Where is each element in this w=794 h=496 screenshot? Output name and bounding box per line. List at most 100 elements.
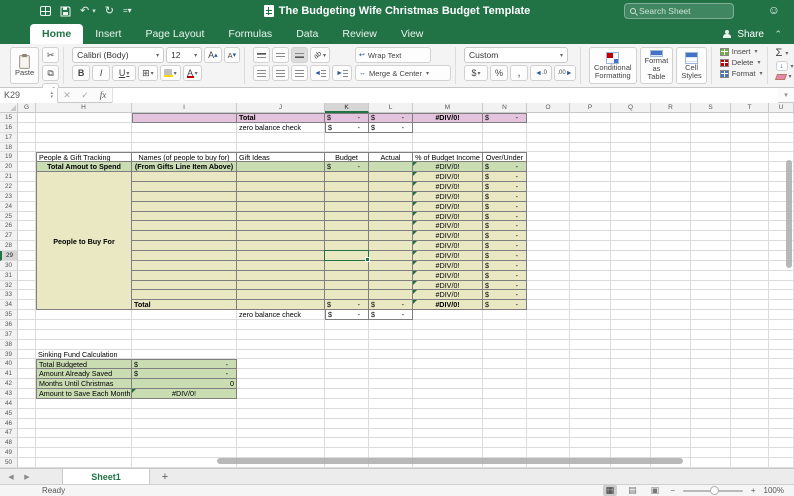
- cell-R24[interactable]: [651, 201, 691, 212]
- cell-P43[interactable]: [570, 389, 611, 399]
- cell-M37[interactable]: [413, 329, 483, 340]
- cell-T17[interactable]: [731, 132, 769, 143]
- row-header-22[interactable]: 22: [0, 182, 18, 192]
- cell-N37[interactable]: [483, 329, 527, 340]
- cell-T47[interactable]: [731, 428, 769, 439]
- cell-G38[interactable]: [18, 339, 36, 350]
- cell-T19[interactable]: [731, 152, 769, 163]
- cell-K24[interactable]: [325, 201, 369, 212]
- cell-S31[interactable]: [691, 270, 731, 281]
- cell-Q22[interactable]: [611, 182, 651, 192]
- feedback-smiley-icon[interactable]: ☺: [768, 3, 780, 17]
- cell-T20[interactable]: [731, 162, 769, 173]
- cell-T26[interactable]: [731, 221, 769, 232]
- cell-T23[interactable]: [731, 191, 769, 202]
- cell-M31[interactable]: #DIV/0!: [413, 270, 483, 281]
- cell-R16[interactable]: [651, 122, 691, 133]
- cell-U49[interactable]: [769, 448, 794, 459]
- cell-H27[interactable]: [36, 231, 132, 242]
- cell-S46[interactable]: [691, 418, 731, 429]
- cell-Q25[interactable]: [611, 211, 651, 222]
- cell-Q38[interactable]: [611, 339, 651, 350]
- cell-Q15[interactable]: [611, 113, 651, 123]
- tab-insert[interactable]: Insert: [83, 24, 133, 44]
- cell-J33[interactable]: [237, 290, 325, 301]
- cell-K45[interactable]: [325, 408, 369, 419]
- cell-T43[interactable]: [731, 389, 769, 399]
- cell-L22[interactable]: [369, 182, 413, 192]
- cell-I19[interactable]: Names (of people to buy for): [132, 152, 237, 163]
- row-header-43[interactable]: 43: [0, 389, 18, 399]
- cell-P31[interactable]: [570, 270, 611, 281]
- column-header-O[interactable]: O: [527, 103, 570, 113]
- cell-M22[interactable]: #DIV/0!: [413, 182, 483, 192]
- cell-O44[interactable]: [527, 398, 570, 409]
- cell-M45[interactable]: [413, 408, 483, 419]
- row-header-45[interactable]: 45: [0, 408, 18, 419]
- row-header-28[interactable]: 28: [0, 241, 18, 252]
- cell-G45[interactable]: [18, 408, 36, 419]
- cell-Q39[interactable]: [611, 349, 651, 360]
- cell-J27[interactable]: [237, 231, 325, 242]
- cell-R30[interactable]: [651, 260, 691, 271]
- percent-button[interactable]: %: [490, 65, 509, 81]
- cell-I38[interactable]: [132, 339, 237, 350]
- cell-T22[interactable]: [731, 182, 769, 192]
- prev-sheet-icon[interactable]: ◀: [0, 469, 22, 484]
- cell-H44[interactable]: [36, 398, 132, 409]
- cell-U45[interactable]: [769, 408, 794, 419]
- cell-I35[interactable]: [132, 310, 237, 321]
- cell-O43[interactable]: [527, 389, 570, 399]
- sheet-tab-sheet1[interactable]: Sheet1: [62, 469, 150, 484]
- cell-I39[interactable]: [132, 349, 237, 360]
- cell-S29[interactable]: [691, 251, 731, 261]
- cell-S47[interactable]: [691, 428, 731, 439]
- cell-M21[interactable]: #DIV/0!: [413, 172, 483, 183]
- tab-formulas[interactable]: Formulas: [216, 24, 284, 44]
- cell-N22[interactable]: $ -: [483, 182, 527, 192]
- cell-I27[interactable]: [132, 231, 237, 242]
- cell-N27[interactable]: $ -: [483, 231, 527, 242]
- cell-S21[interactable]: [691, 172, 731, 183]
- cell-L37[interactable]: [369, 329, 413, 340]
- cell-J47[interactable]: [237, 428, 325, 439]
- cell-T46[interactable]: [731, 418, 769, 429]
- cell-T25[interactable]: [731, 211, 769, 222]
- cell-T41[interactable]: [731, 369, 769, 380]
- cell-S16[interactable]: [691, 122, 731, 133]
- cell-U43[interactable]: [769, 389, 794, 399]
- share-button[interactable]: Share: [723, 29, 764, 40]
- cell-I21[interactable]: [132, 172, 237, 183]
- cell-S38[interactable]: [691, 339, 731, 350]
- cell-L41[interactable]: [369, 369, 413, 380]
- cell-N32[interactable]: $ -: [483, 280, 527, 291]
- cell-G15[interactable]: [18, 113, 36, 123]
- cell-L42[interactable]: [369, 379, 413, 390]
- column-header-N[interactable]: N: [483, 103, 527, 113]
- cell-N45[interactable]: [483, 408, 527, 419]
- cell-K35[interactable]: $ -: [325, 310, 369, 321]
- cell-O42[interactable]: [527, 379, 570, 390]
- cell-T37[interactable]: [731, 329, 769, 340]
- cell-S50[interactable]: [691, 458, 731, 468]
- row-header-19[interactable]: 19: [0, 152, 18, 163]
- cell-P17[interactable]: [570, 132, 611, 143]
- cell-L26[interactable]: [369, 221, 413, 232]
- cell-H19[interactable]: People & Gift Tracking: [36, 152, 132, 163]
- cell-K30[interactable]: [325, 260, 369, 271]
- cell-J26[interactable]: [237, 221, 325, 232]
- cell-M36[interactable]: [413, 320, 483, 330]
- row-header-15[interactable]: 15: [0, 113, 18, 123]
- row-header-40[interactable]: 40: [0, 359, 18, 370]
- row-header-35[interactable]: 35: [0, 310, 18, 321]
- cell-G44[interactable]: [18, 398, 36, 409]
- row-header-25[interactable]: 25: [0, 211, 18, 222]
- cell-K33[interactable]: [325, 290, 369, 301]
- cell-S20[interactable]: [691, 162, 731, 173]
- cell-K21[interactable]: [325, 172, 369, 183]
- cell-R26[interactable]: [651, 221, 691, 232]
- cell-G28[interactable]: [18, 241, 36, 252]
- cell-I36[interactable]: [132, 320, 237, 330]
- cell-S35[interactable]: [691, 310, 731, 321]
- cell-G22[interactable]: [18, 182, 36, 192]
